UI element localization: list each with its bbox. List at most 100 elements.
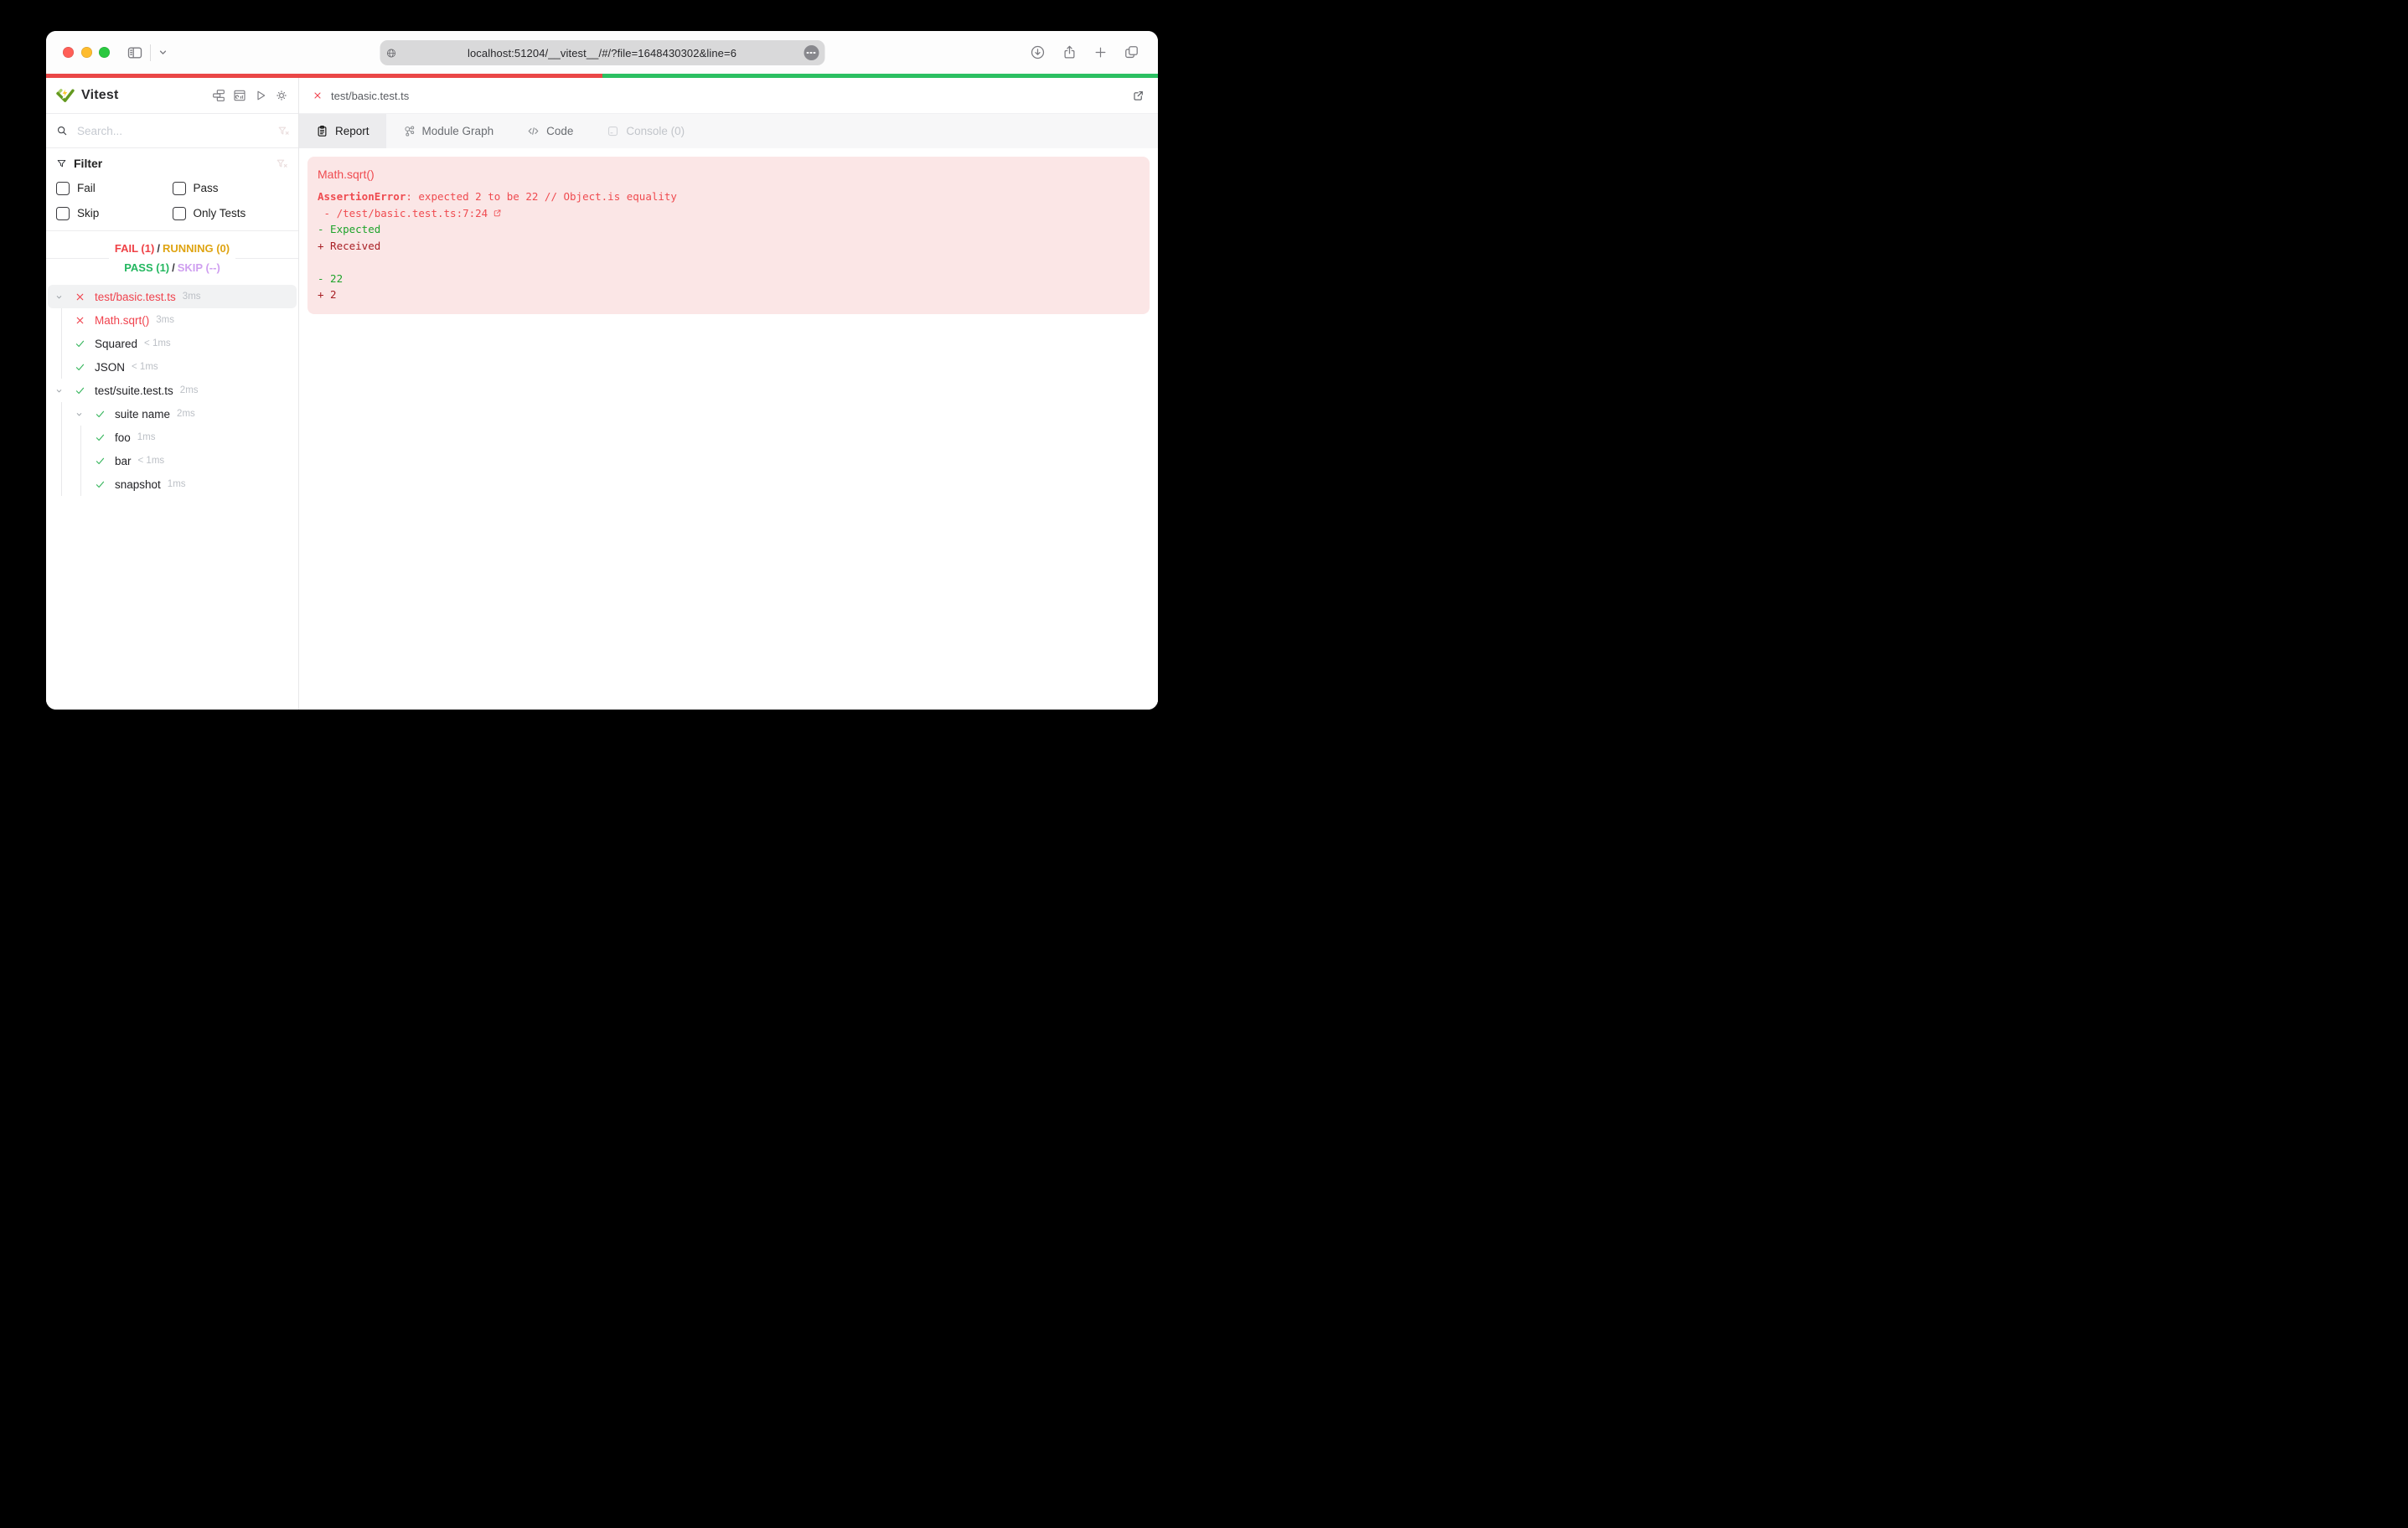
tree-row[interactable]: Squared < 1ms	[48, 332, 297, 355]
filter-checkbox-skip[interactable]: Skip	[56, 205, 173, 221]
search-bar	[46, 113, 298, 148]
test-duration: 2ms	[179, 385, 199, 395]
tree-row[interactable]: Math.sqrt() 3ms	[48, 308, 297, 332]
theme-toggle-icon[interactable]	[275, 89, 288, 102]
tab-label: Console (0)	[626, 125, 685, 137]
sidebar: Vitest Filter	[46, 78, 299, 710]
tree-row[interactable]: suite name 2ms	[48, 402, 297, 426]
code-icon	[527, 125, 540, 137]
sidebar-header: Vitest	[46, 78, 298, 113]
close-button[interactable]	[63, 47, 74, 58]
clear-search-filter-icon[interactable]	[277, 125, 290, 137]
browser-toolbar: localhost:51204/__vitest__/#/?file=16484…	[46, 31, 1158, 74]
test-duration: < 1ms	[137, 456, 165, 466]
diff-blank-line	[318, 254, 1139, 271]
test-label: Squared	[95, 337, 138, 350]
tab-console-0[interactable]: Console (0)	[590, 114, 701, 148]
tree-indent-guide	[80, 426, 81, 496]
address-bar[interactable]: localhost:51204/__vitest__/#/?file=16484…	[380, 40, 824, 65]
filter-title: Filter	[74, 157, 103, 170]
chevron-down-icon[interactable]	[158, 47, 168, 58]
file-tab-label: test/basic.test.ts	[331, 89, 410, 102]
tree-indent-guide	[61, 402, 62, 496]
tab-label: Module Graph	[421, 125, 494, 137]
test-label: foo	[115, 431, 131, 444]
checkbox[interactable]	[172, 181, 186, 195]
url-text: localhost:51204/__vitest__/#/?file=16484…	[467, 46, 737, 59]
checkbox-label: Skip	[77, 207, 100, 219]
checkbox-label: Pass	[193, 182, 219, 194]
stack-trace-line: - /test/basic.test.ts:7:24	[318, 205, 1139, 222]
sidebar-toggle-icon[interactable]	[127, 44, 143, 61]
tab-label: Code	[546, 125, 574, 137]
tree-row[interactable]: test/suite.test.ts 2ms	[48, 379, 297, 402]
diff-expected-value: - 22	[318, 271, 344, 285]
tab-module-graph[interactable]: Module Graph	[386, 114, 511, 148]
open-in-editor-icon[interactable]	[1132, 90, 1145, 102]
test-label: JSON	[95, 360, 126, 374]
test-label: test/suite.test.ts	[95, 384, 173, 397]
page-settings-button[interactable]	[804, 45, 819, 60]
filter-checkbox-fail[interactable]: Fail	[56, 180, 173, 196]
filter-icon	[56, 158, 67, 169]
run-all-icon[interactable]	[254, 89, 267, 102]
dashboard-icon[interactable]	[233, 89, 246, 102]
summary-line-2: PASS (1) / SKIP (--)	[124, 261, 220, 274]
test-label: bar	[115, 454, 132, 467]
desktop-background: localhost:51204/__vitest__/#/?file=16484…	[0, 0, 1204, 764]
diff-expected-label: - Expected	[318, 223, 381, 235]
open-stack-location-icon[interactable]	[493, 209, 502, 218]
chevron-down-icon[interactable]	[54, 386, 75, 395]
pass-icon	[95, 456, 110, 467]
tab-code[interactable]: Code	[510, 114, 590, 148]
summary-line-1: FAIL (1) / RUNNING (0)	[114, 242, 230, 255]
globe-icon	[386, 48, 397, 59]
vitest-logo-icon	[56, 86, 75, 105]
checkbox-label: Only Tests	[193, 207, 246, 219]
test-label: Math.sqrt()	[95, 313, 150, 327]
fail-icon	[75, 292, 90, 302]
filter-checkbox-only-tests[interactable]: Only Tests	[172, 205, 289, 221]
tree-row[interactable]: test/basic.test.ts 3ms	[48, 285, 297, 308]
new-tab-icon[interactable]	[1093, 45, 1108, 59]
checkbox[interactable]	[56, 181, 70, 195]
pass-icon	[75, 362, 90, 373]
browser-window: localhost:51204/__vitest__/#/?file=16484…	[46, 31, 1158, 710]
tree-row[interactable]: bar < 1ms	[48, 449, 297, 472]
diff-received-label: + Received	[318, 239, 381, 252]
checkbox[interactable]	[172, 206, 186, 220]
chevron-down-icon[interactable]	[54, 292, 75, 302]
search-input[interactable]	[75, 123, 277, 138]
downloads-icon[interactable]	[1030, 44, 1046, 60]
filter-section: Filter Fail Pass Skip Only Tests	[46, 148, 298, 231]
fail-icon	[75, 315, 90, 326]
close-file-icon[interactable]	[313, 90, 323, 101]
error-panel: Math.sqrt() AssertionError: expected 2 t…	[307, 157, 1150, 314]
test-duration: 3ms	[156, 315, 174, 325]
test-label: suite name	[115, 407, 171, 421]
tree-view-icon[interactable]	[212, 89, 225, 102]
clear-filter-icon[interactable]	[276, 157, 288, 170]
search-icon	[56, 125, 68, 137]
share-icon[interactable]	[1062, 44, 1077, 60]
minimize-button[interactable]	[80, 47, 92, 58]
window-controls	[63, 31, 110, 74]
console-icon	[607, 125, 619, 137]
pass-icon	[75, 385, 90, 396]
tree-row[interactable]: snapshot 1ms	[48, 472, 297, 496]
checkbox[interactable]	[56, 206, 70, 220]
test-duration: < 1ms	[132, 362, 158, 372]
failed-test-name: Math.sqrt()	[318, 168, 375, 181]
test-label: snapshot	[115, 478, 161, 491]
chevron-down-icon[interactable]	[75, 410, 95, 419]
filter-checkbox-pass[interactable]: Pass	[172, 180, 289, 196]
main-panel: test/basic.test.ts Report Module Graph C…	[299, 78, 1158, 710]
zoom-button[interactable]	[99, 47, 110, 58]
test-duration: 3ms	[182, 292, 201, 302]
tab-report[interactable]: Report	[299, 114, 386, 148]
test-tree: test/basic.test.ts 3ms Math.sqrt() 3ms S…	[46, 285, 298, 710]
tab-overview-icon[interactable]	[1124, 44, 1139, 60]
file-tab-bar: test/basic.test.ts	[299, 78, 1158, 114]
tree-row[interactable]: foo 1ms	[48, 426, 297, 449]
tree-row[interactable]: JSON < 1ms	[48, 355, 297, 379]
